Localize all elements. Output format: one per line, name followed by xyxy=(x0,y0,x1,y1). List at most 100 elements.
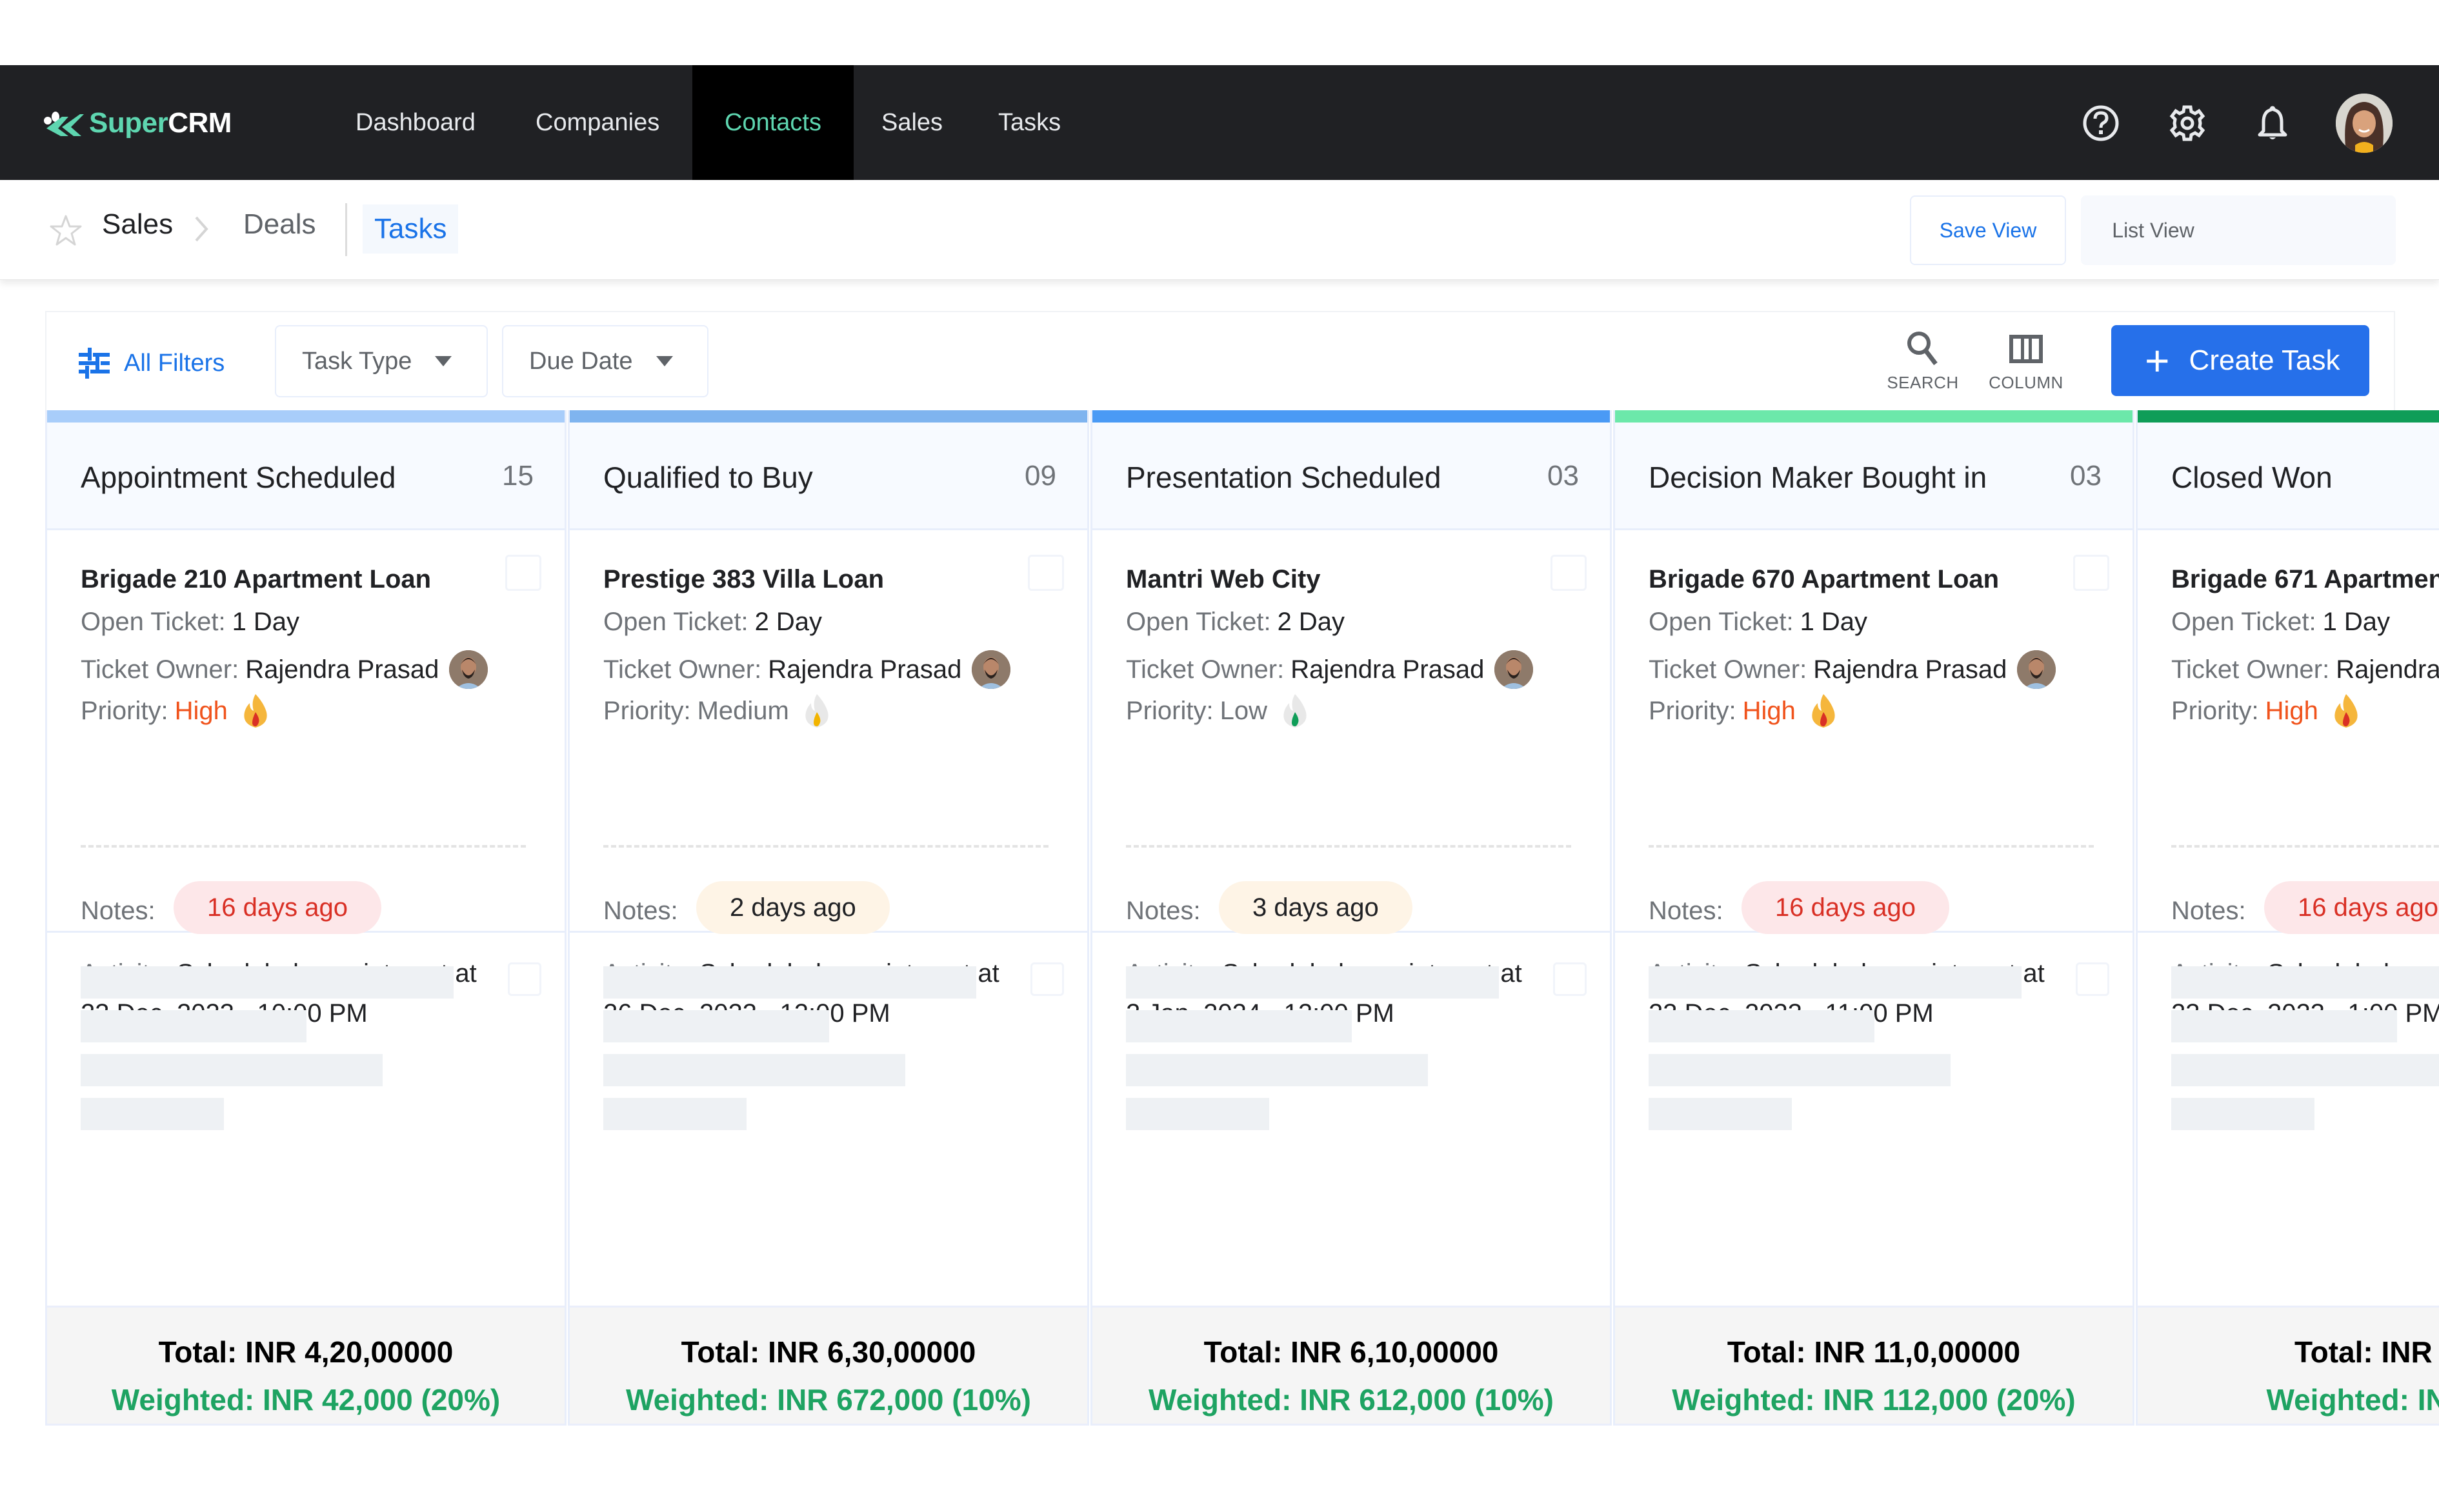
priority-flame-icon xyxy=(1283,694,1307,728)
breadcrumb-deals[interactable]: Deals xyxy=(243,208,316,241)
card-checkbox[interactable] xyxy=(1028,555,1064,591)
skeleton-checkbox xyxy=(2076,962,2109,996)
column-title: Appointment Scheduled xyxy=(81,461,396,494)
notifications-icon[interactable] xyxy=(2253,104,2292,143)
logo[interactable]: SuperCRM xyxy=(43,103,232,144)
column-count: 15 xyxy=(502,460,534,492)
notes-age-badge: 16 days ago xyxy=(174,881,381,934)
column-weighted-total: Weighted: INR 612,000 (10%) xyxy=(1148,1383,1554,1417)
owner-avatar[interactable] xyxy=(1494,650,1534,689)
column-weighted-total: Weighted: INR 672,000 (10%) xyxy=(625,1383,1031,1417)
help-icon[interactable] xyxy=(2082,104,2120,143)
owner-avatar[interactable] xyxy=(2017,650,2056,689)
notes-age-badge: 3 days ago xyxy=(1219,881,1412,934)
priority-value: Low xyxy=(1220,696,1267,725)
ticket-owner-label: Ticket Owner: xyxy=(2171,655,2330,684)
create-task-button[interactable]: + Create Task xyxy=(2111,325,2369,396)
nav-item-companies[interactable]: Companies xyxy=(507,65,688,180)
skeleton-line xyxy=(1126,1054,1428,1086)
settings-icon[interactable] xyxy=(2168,104,2207,143)
column-button[interactable]: COLUMN xyxy=(1984,326,2068,404)
column-header[interactable]: Closed Won xyxy=(2138,423,2439,530)
notes-label: Notes: xyxy=(603,897,678,925)
task-card[interactable]: Prestige 383 Villa Loan Open Ticket: 2 D… xyxy=(570,530,1087,1028)
owner-avatar[interactable] xyxy=(972,650,1011,689)
filter-toolbar: All Filters Task Type Due Date SEARCH CO… xyxy=(45,311,2395,410)
brand-name: SuperCRM xyxy=(89,107,232,139)
card-title: Mantri Web City xyxy=(1126,565,1321,593)
ticket-owner-label: Ticket Owner: xyxy=(1126,655,1285,684)
task-type-dropdown[interactable]: Task Type xyxy=(275,325,488,397)
priority-row: Priority: Low xyxy=(1126,691,1310,730)
breadcrumb-current-tasks[interactable]: Tasks xyxy=(363,204,459,254)
priority-flame-icon xyxy=(805,694,828,728)
breadcrumb-sales[interactable]: Sales xyxy=(102,208,173,241)
skeleton-line xyxy=(1126,1010,1352,1042)
due-date-dropdown[interactable]: Due Date xyxy=(502,325,708,397)
nav-item-contacts[interactable]: Contacts xyxy=(692,65,854,180)
skeleton-line xyxy=(2171,1010,2397,1042)
priority-label: Priority: xyxy=(81,696,168,725)
column-header[interactable]: Decision Maker Bought in 03 xyxy=(1615,423,2133,530)
ticket-owner-value: Rajendra Prasad xyxy=(245,655,439,684)
open-ticket-row: Open Ticket: 2 Day xyxy=(1126,608,1345,637)
task-card[interactable]: Brigade 210 Apartment Loan Open Ticket: … xyxy=(47,530,565,1028)
column-header[interactable]: Presentation Scheduled 03 xyxy=(1092,423,1610,530)
ticket-owner-value: Rajendra Prasad xyxy=(1813,655,2007,684)
open-ticket-label: Open Ticket: xyxy=(2171,608,2316,636)
save-view-button[interactable]: Save View xyxy=(1910,195,2066,265)
favorite-star-icon[interactable] xyxy=(48,214,83,248)
search-button[interactable]: SEARCH xyxy=(1881,326,1965,404)
task-card[interactable]: Brigade 670 Apartment Loan Open Ticket: … xyxy=(1615,530,2133,1028)
board-column-3: Decision Maker Bought in 03 Brigade 670 … xyxy=(1613,410,2134,1426)
open-ticket-value: 2 Day xyxy=(754,608,823,636)
open-ticket-row: Open Ticket: 1 Day xyxy=(2171,608,2390,637)
owner-avatar[interactable] xyxy=(449,650,488,689)
priority-value: Medium xyxy=(697,696,789,725)
card-checkbox[interactable] xyxy=(2073,555,2109,591)
user-avatar[interactable] xyxy=(2336,94,2393,153)
column-count: 09 xyxy=(1025,460,1056,492)
card-checkbox[interactable] xyxy=(1551,555,1587,591)
all-filters-button[interactable]: All Filters xyxy=(77,341,225,386)
open-ticket-value: 1 Day xyxy=(1800,608,1868,636)
loading-card-skeleton xyxy=(2138,933,2439,1306)
column-footer-summary: Total: INR 12,0 Weighted: INR 122 xyxy=(2138,1306,2439,1426)
card-divider xyxy=(81,845,526,848)
skeleton-line xyxy=(603,966,976,999)
chevron-right-icon xyxy=(195,216,208,242)
owner-avatar-image xyxy=(1494,650,1534,689)
owner-avatar-image xyxy=(2017,650,2056,689)
loading-card-skeleton xyxy=(1092,933,1610,1306)
column-footer-summary: Total: INR 11,0,00000 Weighted: INR 112,… xyxy=(1615,1306,2133,1426)
column-color-strip xyxy=(1615,410,2133,423)
column-header[interactable]: Appointment Scheduled 15 xyxy=(47,423,565,530)
kanban-board: Appointment Scheduled 15 Brigade 210 Apa… xyxy=(45,410,2439,1426)
priority-row: Priority: High xyxy=(81,691,270,730)
board-column-4: Closed Won Brigade 671 Apartment Loan Op… xyxy=(2136,410,2439,1426)
list-view-button[interactable]: List View xyxy=(2081,195,2225,265)
search-label: SEARCH xyxy=(1887,373,1959,392)
notes-age-badge: 16 days ago xyxy=(1741,881,1949,934)
card-checkbox[interactable] xyxy=(505,555,541,591)
task-card[interactable]: Brigade 671 Apartment Loan Open Ticket: … xyxy=(2138,530,2439,1028)
ticket-owner-row: Ticket Owner: Rajendra Prasad xyxy=(1126,650,1534,689)
nav-item-sales[interactable]: Sales xyxy=(852,65,972,180)
caret-down-icon xyxy=(435,356,452,366)
skeleton-line xyxy=(1649,1098,1792,1130)
due-date-label: Due Date xyxy=(529,347,633,375)
column-total: Total: INR 4,20,00000 xyxy=(158,1335,454,1369)
priority-label: Priority: xyxy=(603,696,691,725)
card-title: Brigade 210 Apartment Loan xyxy=(81,565,432,593)
column-title: Closed Won xyxy=(2171,461,2333,494)
task-card[interactable]: Mantri Web City Open Ticket: 2 Day Ticke… xyxy=(1092,530,1610,1028)
nav-item-tasks[interactable]: Tasks xyxy=(969,65,1090,180)
user-avatar-image xyxy=(2336,94,2393,153)
column-color-strip xyxy=(2138,410,2439,423)
priority-flame-icon xyxy=(2334,694,2358,728)
column-weighted-total: Weighted: INR 42,000 (20%) xyxy=(111,1383,501,1417)
loading-card-skeleton xyxy=(1615,933,2133,1306)
column-header[interactable]: Qualified to Buy 09 xyxy=(570,423,1087,530)
skeleton-checkbox xyxy=(508,962,541,996)
nav-item-dashboard[interactable]: Dashboard xyxy=(326,65,505,180)
